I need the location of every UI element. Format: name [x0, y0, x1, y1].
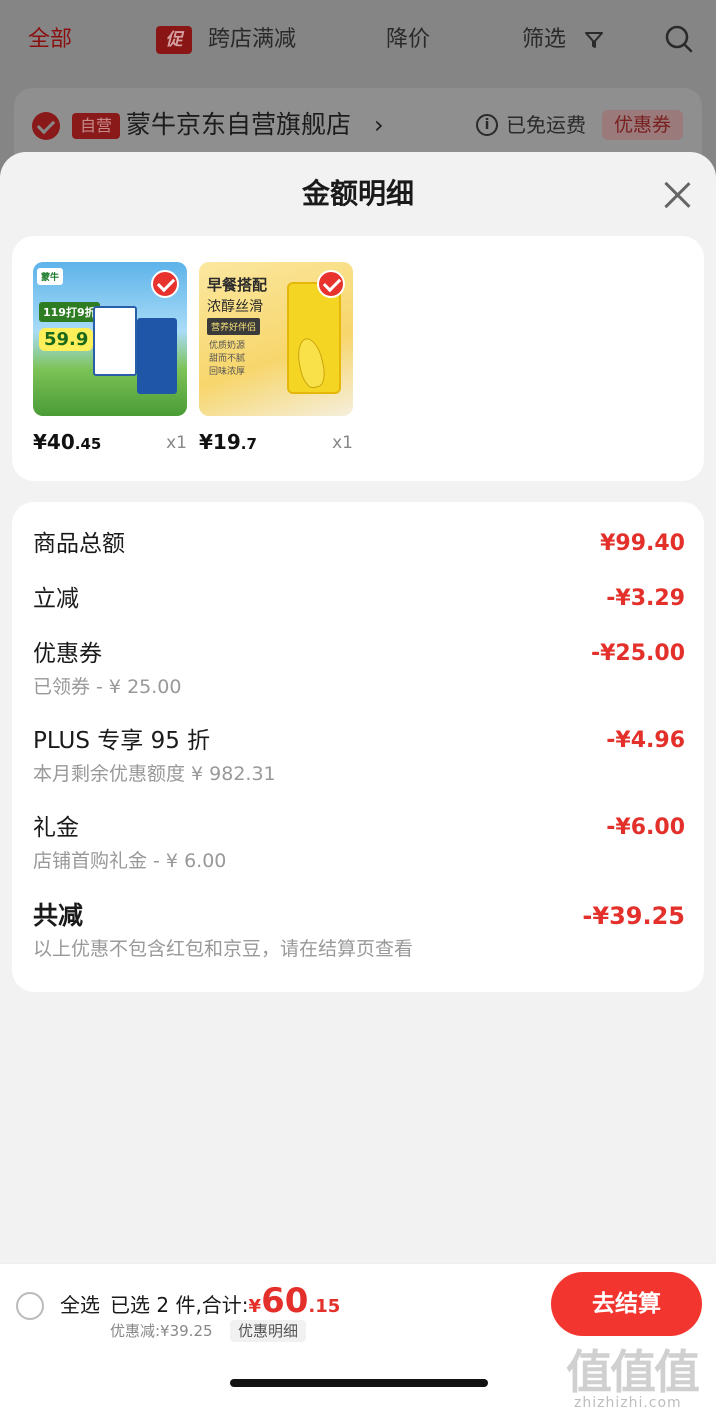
product-quantity: x1	[166, 433, 187, 453]
row-subtext: 本月剩余优惠额度 ¥ 982.31	[33, 763, 276, 785]
product-item[interactable]: 蒙牛 119打9折 59.9 ¥40.45 x1	[33, 262, 187, 462]
filter-icon[interactable]	[584, 30, 604, 50]
row-label: 立减	[33, 586, 79, 612]
amount-detail-sheet: 金额明细 蒙牛 119打9折 59.9 ¥40.45 x1 早餐搭配 浓醇丝滑 …	[0, 152, 716, 1420]
image-subheadline: 浓醇丝滑	[207, 299, 263, 315]
row-label: 优惠券	[33, 641, 102, 667]
free-shipping-label: 已免运费	[506, 113, 586, 137]
row-subtext: 店铺首购礼金 - ¥ 6.00	[33, 850, 227, 872]
sheet-title: 金额明细	[301, 177, 414, 210]
selected-total: 已选 2 件,合计:¥60.15	[110, 1284, 340, 1324]
promo-price-tag: 59.9	[39, 328, 94, 351]
discount-detail-button[interactable]: 优惠明细	[230, 1320, 307, 1342]
home-indicator[interactable]	[230, 1379, 488, 1387]
row-note: 以上优惠不包含红包和京豆，请在结算页查看	[33, 938, 414, 960]
row-label: 商品总额	[33, 531, 125, 557]
select-all-checkbox[interactable]	[16, 1292, 44, 1320]
store-checkbox[interactable]	[32, 112, 60, 140]
close-icon[interactable]	[660, 178, 694, 212]
milk-carton-graphic	[137, 318, 177, 394]
currency-symbol: ¥	[248, 1296, 262, 1317]
row-value: -¥4.96	[606, 728, 685, 753]
product-price: ¥19.7	[199, 430, 257, 454]
tab-all[interactable]: 全部	[28, 18, 72, 62]
total-amount: 60	[261, 1281, 309, 1321]
row-subtext: 已领券 - ¥ 25.00	[33, 676, 182, 698]
amount-breakdown-card: 商品总额 ¥99.40 立减 -¥3.29 优惠券 -¥25.00 已领券 - …	[12, 502, 704, 992]
row-label: 礼金	[33, 815, 79, 841]
row-label: 共减	[33, 901, 84, 930]
total-cents: .15	[308, 1296, 341, 1317]
row-value: -¥6.00	[606, 815, 685, 840]
tab-filter[interactable]: 筛选	[522, 18, 566, 62]
checkout-button[interactable]: 去结算	[551, 1272, 702, 1336]
select-all-label[interactable]: 全选	[60, 1290, 100, 1320]
row-value: -¥39.25	[582, 902, 685, 930]
product-price: ¥40.45	[33, 430, 102, 454]
promo-sticker: 119打9折	[39, 302, 100, 322]
filter-tab-bar: 全部 促 跨店满减 降价 筛选	[0, 18, 716, 62]
selected-count-label: 已选 2 件,合计:	[110, 1293, 249, 1317]
home-indicator-area: 值值值 zhizhizhi.com	[0, 1343, 716, 1420]
product-image-banana-milk: 早餐搭配 浓醇丝滑 营养好伴侣 优质奶源 甜而不腻 回味浓厚	[199, 262, 353, 416]
watermark-text: zhizhizhi.com	[574, 1395, 682, 1411]
selected-check-icon[interactable]	[151, 270, 179, 298]
tab-cross-store-discount[interactable]: 跨店满减	[208, 18, 296, 62]
image-bullet-list: 优质奶源 甜而不腻 回味浓厚	[209, 341, 246, 377]
image-headline: 早餐搭配	[207, 276, 268, 294]
discount-summary: 优惠减:¥39.25	[110, 1322, 213, 1340]
search-icon[interactable]	[664, 24, 694, 54]
tab-price-drop[interactable]: 降价	[386, 18, 430, 62]
product-image-milk: 蒙牛 119打9折 59.9	[33, 262, 187, 416]
image-tag: 营养好伴侣	[207, 318, 261, 335]
row-value: -¥25.00	[590, 641, 685, 666]
row-label: PLUS 专享 95 折	[33, 728, 211, 754]
row-value: ¥99.40	[600, 531, 685, 556]
info-icon[interactable]: i	[476, 114, 498, 136]
brand-logo: 蒙牛	[37, 268, 64, 285]
self-operated-badge: 自营	[72, 113, 120, 139]
coupon-button[interactable]: 优惠券	[602, 110, 684, 140]
store-name[interactable]: 蒙牛京东自营旗舰店	[126, 108, 351, 142]
selected-products-card: 蒙牛 119打9折 59.9 ¥40.45 x1 早餐搭配 浓醇丝滑 营养好伴侣…	[12, 236, 704, 481]
product-quantity: x1	[332, 433, 353, 453]
checkout-bar: 全选 已选 2 件,合计:¥60.15 优惠减:¥39.25 优惠明细 去结算	[0, 1263, 716, 1343]
product-item[interactable]: 早餐搭配 浓醇丝滑 营养好伴侣 优质奶源 甜而不腻 回味浓厚 ¥19.7 x1	[199, 262, 353, 462]
selected-check-icon[interactable]	[317, 270, 345, 298]
chevron-right-icon[interactable]: ›	[374, 108, 384, 142]
promo-badge: 促	[156, 26, 192, 54]
milk-carton-graphic	[93, 306, 137, 376]
row-value: -¥3.29	[606, 586, 685, 611]
background-page: 全部 促 跨店满减 降价 筛选 自营 蒙牛京东自营旗舰店 › i 已免运费 优惠…	[0, 0, 716, 178]
